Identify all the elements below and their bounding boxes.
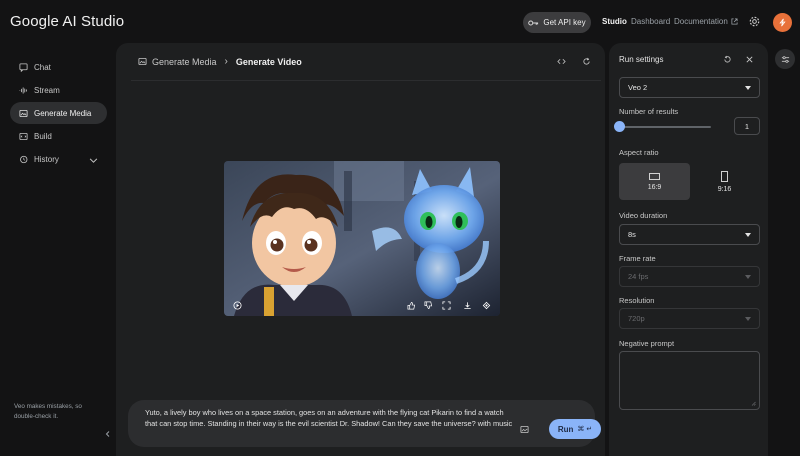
nav-dashboard[interactable]: Dashboard	[631, 17, 670, 26]
model-value: Veo 2	[628, 83, 648, 92]
download-icon[interactable]	[463, 301, 472, 310]
media-icon	[138, 57, 147, 66]
page-title: Generate Video	[235, 56, 302, 67]
aspect-ratio-label: Aspect ratio	[619, 148, 659, 157]
tune-icon	[781, 55, 789, 63]
breadcrumb-parent[interactable]: Generate Media	[138, 57, 217, 67]
build-icon	[19, 132, 28, 140]
aspect-option-9-16[interactable]: 9:16	[689, 163, 760, 200]
get-api-key-button[interactable]: Get API key	[523, 12, 591, 33]
share-icon[interactable]	[482, 301, 491, 310]
add-image-icon[interactable]	[520, 425, 529, 434]
aspect-option-label: 9:16	[717, 185, 732, 193]
portrait-icon	[721, 170, 728, 182]
media-icon	[19, 109, 28, 117]
sidebar-item-generate-media[interactable]: Generate Media	[10, 102, 107, 124]
video-duration-label: Video duration	[619, 211, 668, 220]
results-slider-handle[interactable]	[614, 121, 625, 132]
video-frame-illustration	[224, 161, 500, 316]
sidebar-item-chat[interactable]: Chat	[10, 56, 107, 78]
frame-rate-label: Frame rate	[619, 254, 656, 263]
close-icon[interactable]	[745, 55, 754, 64]
thumbs-up-icon[interactable]	[407, 301, 416, 310]
main-panel: Generate Media › Generate Video Yuto, a …	[116, 43, 605, 456]
results-number-input[interactable]: 1	[734, 117, 760, 135]
caret-down-icon	[745, 317, 751, 321]
run-settings-title: Run settings	[619, 55, 664, 64]
external-link-icon	[731, 18, 738, 25]
reset-icon[interactable]	[723, 55, 732, 64]
key-icon	[528, 20, 539, 25]
video-preview[interactable]	[224, 161, 500, 316]
caret-down-icon	[745, 275, 751, 279]
prompt-input[interactable]: Yuto, a lively boy who lives on a space …	[145, 408, 513, 429]
sidebar-item-label: Chat	[34, 62, 51, 72]
run-shortcut: ⌘ ↵	[577, 426, 593, 433]
results-slider-track[interactable]	[619, 126, 711, 128]
resolution-label: Resolution	[619, 296, 655, 305]
play-icon[interactable]	[233, 301, 242, 310]
frame-rate-value: 24 fps	[628, 272, 649, 281]
sidebar-item-label: Stream	[34, 85, 60, 95]
negative-prompt-input[interactable]	[619, 351, 760, 410]
aspect-option-16-9[interactable]: 16:9	[619, 163, 690, 200]
disclaimer: Veo makes mistakes, so double-check it.	[14, 403, 82, 420]
aspect-option-label: 16:9	[647, 183, 662, 191]
history-icon	[20, 155, 28, 163]
toggle-settings-button[interactable]	[775, 49, 795, 69]
sidebar-item-label: History	[34, 154, 59, 164]
chevron-down-icon[interactable]	[89, 156, 98, 165]
fullscreen-icon[interactable]	[442, 301, 451, 310]
chat-icon	[19, 62, 28, 72]
caret-down-icon	[745, 233, 751, 237]
thumbs-down-icon[interactable]	[424, 301, 433, 310]
resolution-value: 720p	[628, 314, 645, 323]
run-button[interactable]: Run ⌘ ↵	[549, 419, 601, 439]
sidebar-item-history[interactable]: History	[10, 148, 107, 170]
caret-down-icon	[745, 86, 751, 90]
code-icon[interactable]	[557, 57, 566, 66]
sidebar-item-label: Generate Media	[34, 108, 92, 118]
model-select[interactable]: Veo 2	[619, 77, 760, 98]
sidebar-item-label: Build	[34, 131, 52, 141]
resize-grip-icon[interactable]	[751, 401, 756, 406]
bolt-icon	[779, 18, 786, 27]
header-divider	[131, 80, 601, 81]
gear-icon[interactable]	[749, 16, 760, 27]
nav-documentation[interactable]: Documentation	[674, 17, 738, 26]
prompt-box[interactable]: Yuto, a lively boy who lives on a space …	[128, 400, 601, 447]
number-of-results-label: Number of results	[619, 107, 679, 116]
resolution-select: 720p	[619, 308, 760, 329]
top-bar: Google AI Studio Get API key Studio Dash…	[0, 0, 800, 44]
refresh-icon[interactable]	[582, 57, 591, 66]
sidebar-item-stream[interactable]: Stream	[10, 79, 107, 101]
video-duration-value: 8s	[628, 230, 636, 239]
breadcrumb-parent-label: Generate Media	[152, 56, 217, 67]
stream-icon	[19, 86, 27, 94]
frame-rate-select: 24 fps	[619, 266, 760, 287]
negative-prompt-label: Negative prompt	[619, 339, 675, 348]
run-label: Run	[557, 424, 574, 434]
breadcrumb: Generate Media › Generate Video	[138, 56, 302, 67]
video-duration-select[interactable]: 8s	[619, 224, 760, 245]
breadcrumb-separator: ›	[224, 56, 228, 67]
landscape-icon	[649, 172, 660, 180]
sidebar: Chat Stream Generate Media Build History…	[0, 44, 112, 456]
app-logo[interactable]: Google AI Studio	[10, 13, 124, 30]
nav-documentation-label: Documentation	[674, 17, 728, 26]
collapse-sidebar-icon[interactable]	[104, 430, 112, 438]
sidebar-item-build[interactable]: Build	[10, 125, 107, 147]
nav-studio[interactable]: Studio	[602, 17, 627, 26]
avatar[interactable]	[773, 13, 792, 32]
get-api-key-label: Get API key	[543, 18, 586, 27]
run-settings-panel: Run settings Veo 2 Number of results 1 A…	[609, 43, 768, 456]
